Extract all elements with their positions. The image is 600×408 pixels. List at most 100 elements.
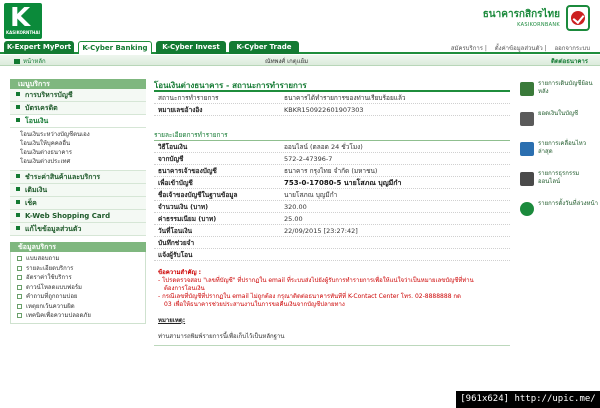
sidebar-info-title: ข้อมูลบริการ: [10, 242, 146, 252]
main-content: โอนเงินต่างธนาคาร - สถานะการทำรายการ สถา…: [154, 79, 510, 346]
submenu-international[interactable]: โอนเงินต่างประเทศ: [20, 157, 146, 166]
sidebar-menu-title: เมนูบริการ: [10, 79, 146, 89]
statement-icon: [520, 82, 534, 96]
detail-value: 572-2-47396-7: [284, 155, 333, 163]
balance-icon: [520, 112, 534, 126]
detail-label: บันทึกช่วยจำ: [158, 239, 195, 247]
detail-label: ชื่อเจ้าของบัญชีในฐานข้อมูล: [158, 191, 238, 199]
detail-value: 753-0-17080-5 นายโสภณ บุญมีกำ: [284, 179, 402, 187]
online-transactions-icon: [520, 172, 534, 186]
bank-name-th: ธนาคารกสิกรไทย: [482, 9, 560, 20]
submenu-own-account[interactable]: โอนเงินระหว่างบัญชีตนเอง: [20, 130, 146, 139]
detail-label: ค่าธรรมเนียม (บาท): [158, 215, 217, 223]
faq-icon: [17, 294, 22, 299]
detail-label: จำนวนเงิน (บาท): [158, 203, 209, 211]
scheduled-clock-icon: [520, 202, 534, 216]
bullet-icon: [16, 226, 20, 230]
detail-row: ชื่อเจ้าของบัญชีในฐานข้อมูล นายโสภณ บุญมี…: [154, 189, 510, 201]
info-item-download-forms[interactable]: ดาวน์โหลดแบบฟอร์ม: [17, 283, 145, 293]
contact-bank-link[interactable]: ติดต่อธนาคาร: [551, 56, 588, 66]
details-table: วิธีโอนเงิน ออนไลน์ (ตลอด 24 ชั่วโมง) จากบ…: [154, 141, 510, 261]
sidebar-item-k-web-shopping-card[interactable]: K-Web Shopping Card: [10, 210, 146, 223]
quick-link-scheduled[interactable]: รายการตั้งวันที่ล่วงหน้า: [520, 200, 600, 230]
submenu-other-bank[interactable]: โอนเงินต่างธนาคาร: [20, 148, 146, 157]
notes-heading: ข้อความสำคัญ :: [158, 269, 202, 276]
logout-link[interactable]: ออกจากระบบ: [555, 45, 590, 52]
sidebar-item-bill-payment[interactable]: ชำระค่าสินค้าและบริการ: [10, 171, 146, 184]
important-notes: ข้อความสำคัญ : - โปรดตรวจสอบ "เลขที่บัญช…: [154, 267, 510, 341]
note-line: ต้องการโอนเงิน: [164, 285, 205, 292]
bank-name: ธนาคารกสิกรไทย KASIKORNBANK: [483, 7, 560, 28]
detail-label: วันที่โอนเงิน: [158, 227, 193, 235]
quick-link-balance[interactable]: ยอดเงินในบัญชี: [520, 110, 600, 140]
detail-row: วันที่โอนเงิน 22/09/2015 [23:27:42]: [154, 225, 510, 237]
home-label: หน้าหลัก: [23, 58, 46, 65]
survey-icon: [17, 256, 22, 261]
detail-label: ธนาคารเจ้าของบัญชี: [158, 167, 217, 175]
detail-row: จำนวนเงิน (บาท) 320.00: [154, 201, 510, 213]
sidebar-item-cheque[interactable]: เช็ค: [10, 197, 146, 210]
recent-activity-icon: [520, 142, 534, 156]
sidebar-item-topup[interactable]: เติมเงิน: [10, 184, 146, 197]
reference-row: หมายเลขอ้างอิง KBKR150922601907303: [154, 104, 510, 116]
detail-value: ธนาคาร กรุงไทย จำกัด (มหาชน): [284, 167, 378, 175]
bullet-icon: [16, 105, 20, 109]
reference-value: KBKR150922601907303: [284, 106, 364, 114]
kbank-logo[interactable]: K KASIKORNTHAI: [4, 3, 42, 39]
sidebar-item-credit-card[interactable]: บัตรเครดิต: [10, 102, 146, 115]
detail-value: นายโสภณ บุญมีกำ: [284, 191, 338, 199]
detail-row: บันทึกช่วยจำ: [154, 237, 510, 249]
note-line: - กรณีเลขที่บัญชีที่ปรากฏใน email ไม่ถูก…: [158, 293, 461, 300]
sidebar: เมนูบริการ การบริหารบัญชี บัตรเครดิต โอน…: [10, 79, 146, 324]
quick-link-statement[interactable]: รายการเดินบัญชีย้อนหลัง: [520, 80, 600, 110]
reference-label: หมายเลขอ้างอิง: [158, 106, 203, 114]
detail-value: 25.00: [284, 215, 303, 223]
detail-label: แจ้งผู้รับโอน: [158, 251, 193, 259]
info-item-fees[interactable]: อัตราค่าใช้บริการ: [17, 273, 145, 283]
security-icon: [17, 313, 22, 318]
detail-row: เพื่อเข้าบัญชี 753-0-17080-5 นายโสภณ บุญม…: [154, 177, 510, 189]
info-item-disclaimer[interactable]: เหตุยกเว้นความผิด: [17, 302, 145, 312]
tab-k-cyber-invest[interactable]: K-Cyber Invest: [156, 41, 226, 54]
quick-link-recent-activity[interactable]: รายการเคลื่อนไหวล่าสุด: [520, 140, 600, 170]
info-item-service-details[interactable]: รายละเอียดบริการ: [17, 264, 145, 274]
user-name: ณัทพงศ์ เกตุแย้ม: [265, 58, 309, 65]
sidebar-item-edit-profile[interactable]: แก้ไขข้อมูลส่วนตัว: [10, 223, 146, 236]
sidebar-item-transfer[interactable]: โอนเงิน: [10, 115, 146, 128]
note-line: - โปรดตรวจสอบ "เลขที่บัญชี" ที่ปรากฏใน e…: [158, 277, 474, 284]
status-label: สถานะการทำรายการ: [158, 94, 219, 102]
quick-link-online-transactions[interactable]: รายการธุรกรรมออนไลน์: [520, 170, 600, 200]
status-row: สถานะการทำรายการ ธนาคารได้ทำรายการของท่า…: [154, 92, 510, 104]
settings-link[interactable]: ตั้งค่าข้อมูลส่วนตัว: [495, 45, 543, 52]
details-section-title: รายละเอียดการทำรายการ: [154, 130, 510, 141]
info-item-security-tips[interactable]: เทคนิคเพื่อความปลอดภัย: [17, 311, 145, 321]
tab-k-cyber-banking[interactable]: K-Cyber Banking: [78, 41, 152, 54]
tab-k-cyber-trade[interactable]: K-Cyber Trade: [229, 41, 299, 54]
bank-name-en: KASIKORNBANK: [517, 22, 560, 28]
info-item-faq[interactable]: คำถามที่ถูกถามบ่อย: [17, 292, 145, 302]
image-host-watermark: [961x624] http://upic.me/: [456, 391, 600, 408]
detail-value: 320.00: [284, 203, 307, 211]
fees-icon: [17, 275, 22, 280]
detail-row: ธนาคารเจ้าของบัญชี ธนาคาร กรุงไทย จำกัด (…: [154, 165, 510, 177]
detail-row: วิธีโอนเงิน ออนไลน์ (ตลอด 24 ชั่วโมง): [154, 141, 510, 153]
quick-links-panel: รายการเดินบัญชีย้อนหลัง ยอดเงินในบัญชี ร…: [520, 80, 600, 230]
header: K KASIKORNTHAI ธนาคารกสิกรไทย KASIKORNBA…: [0, 0, 600, 40]
divider: [154, 345, 510, 346]
bullet-icon: [16, 187, 20, 191]
detail-label: จากบัญชี: [158, 155, 184, 163]
page-title: โอนเงินต่างธนาคาร - สถานะการทำรายการ: [154, 79, 510, 92]
info-item-survey[interactable]: แบบสอบถาม: [17, 254, 145, 264]
tab-k-expert-myport[interactable]: K-Expert MyPort: [4, 41, 74, 54]
details-icon: [17, 265, 22, 271]
submenu-other-person[interactable]: โอนเงินให้บุคคลอื่น: [20, 139, 146, 148]
bank-emblem-icon: [566, 5, 590, 31]
home-link[interactable]: หน้าหลัก: [14, 56, 46, 66]
disclaimer-icon: [17, 303, 22, 309]
status-value: ธนาคารได้ทำรายการของท่านเรียบร้อยแล้ว: [284, 94, 406, 102]
sidebar-item-account-management[interactable]: การบริหารบัญชี: [10, 89, 146, 102]
register-link[interactable]: สมัครบริการ: [451, 45, 483, 52]
bullet-icon: [16, 92, 20, 96]
detail-value: 22/09/2015 [23:27:42]: [284, 227, 358, 235]
detail-label: วิธีโอนเงิน: [158, 143, 188, 151]
